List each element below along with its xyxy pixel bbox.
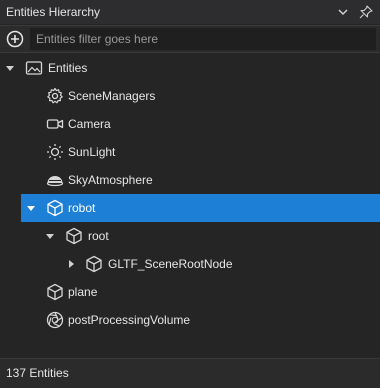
collapse-arrow-icon[interactable] [66,259,76,269]
status-bar: 137 Entities [0,358,380,388]
pin-icon[interactable] [357,3,375,21]
tree-label: postProcessingVolume [68,313,191,327]
sun-icon [46,143,64,161]
tree-row-scenemanagers[interactable]: SceneManagers [0,82,380,110]
tree-row-camera[interactable]: Camera [0,110,380,138]
tree-row-postprocessingvolume[interactable]: postProcessingVolume [0,306,380,334]
scene-image-icon [25,59,43,77]
tree-label: SkyAtmosphere [68,173,153,187]
tree-row-entities[interactable]: Entities [0,54,380,82]
tree-row-root[interactable]: root [0,222,380,250]
panel-title: Entities Hierarchy [6,5,101,19]
chevron-down-icon[interactable] [334,3,352,21]
filter-bar [0,25,380,53]
entity-count: 137 Entities [6,366,69,380]
cube-icon [65,227,83,245]
tree-row-plane[interactable]: plane [0,278,380,306]
panel-titlebar: Entities Hierarchy [0,0,380,24]
entities-filter-input[interactable] [30,28,376,50]
tree-label-entities: Entities [48,61,88,75]
tree-label: GLTF_SceneRootNode [108,257,233,271]
tree-row-robot[interactable]: robot [21,194,380,222]
gear-icon [46,87,64,105]
entities-tree: Entities SceneManagers Camera SunLight S… [0,54,380,354]
camera-icon [46,115,64,133]
aperture-icon [46,311,64,329]
tree-row-skyatmosphere[interactable]: SkyAtmosphere [0,166,380,194]
expand-arrow-icon[interactable] [5,63,15,73]
tree-row-sunlight[interactable]: SunLight [0,138,380,166]
tree-label: SceneManagers [68,89,156,103]
sky-dome-icon [46,171,64,189]
tree-label: robot [68,201,96,215]
tree-row-gltf-scenerootnode[interactable]: GLTF_SceneRootNode [0,250,380,278]
tree-label: SunLight [68,145,116,159]
tree-label: Camera [68,117,111,131]
expand-arrow-icon[interactable] [45,231,55,241]
expand-arrow-icon[interactable] [26,203,36,213]
cube-icon [46,199,64,217]
cube-icon [85,255,103,273]
cube-icon [46,283,64,301]
tree-label: plane [68,285,98,299]
add-entity-icon[interactable] [6,30,24,48]
tree-label: root [88,229,109,243]
